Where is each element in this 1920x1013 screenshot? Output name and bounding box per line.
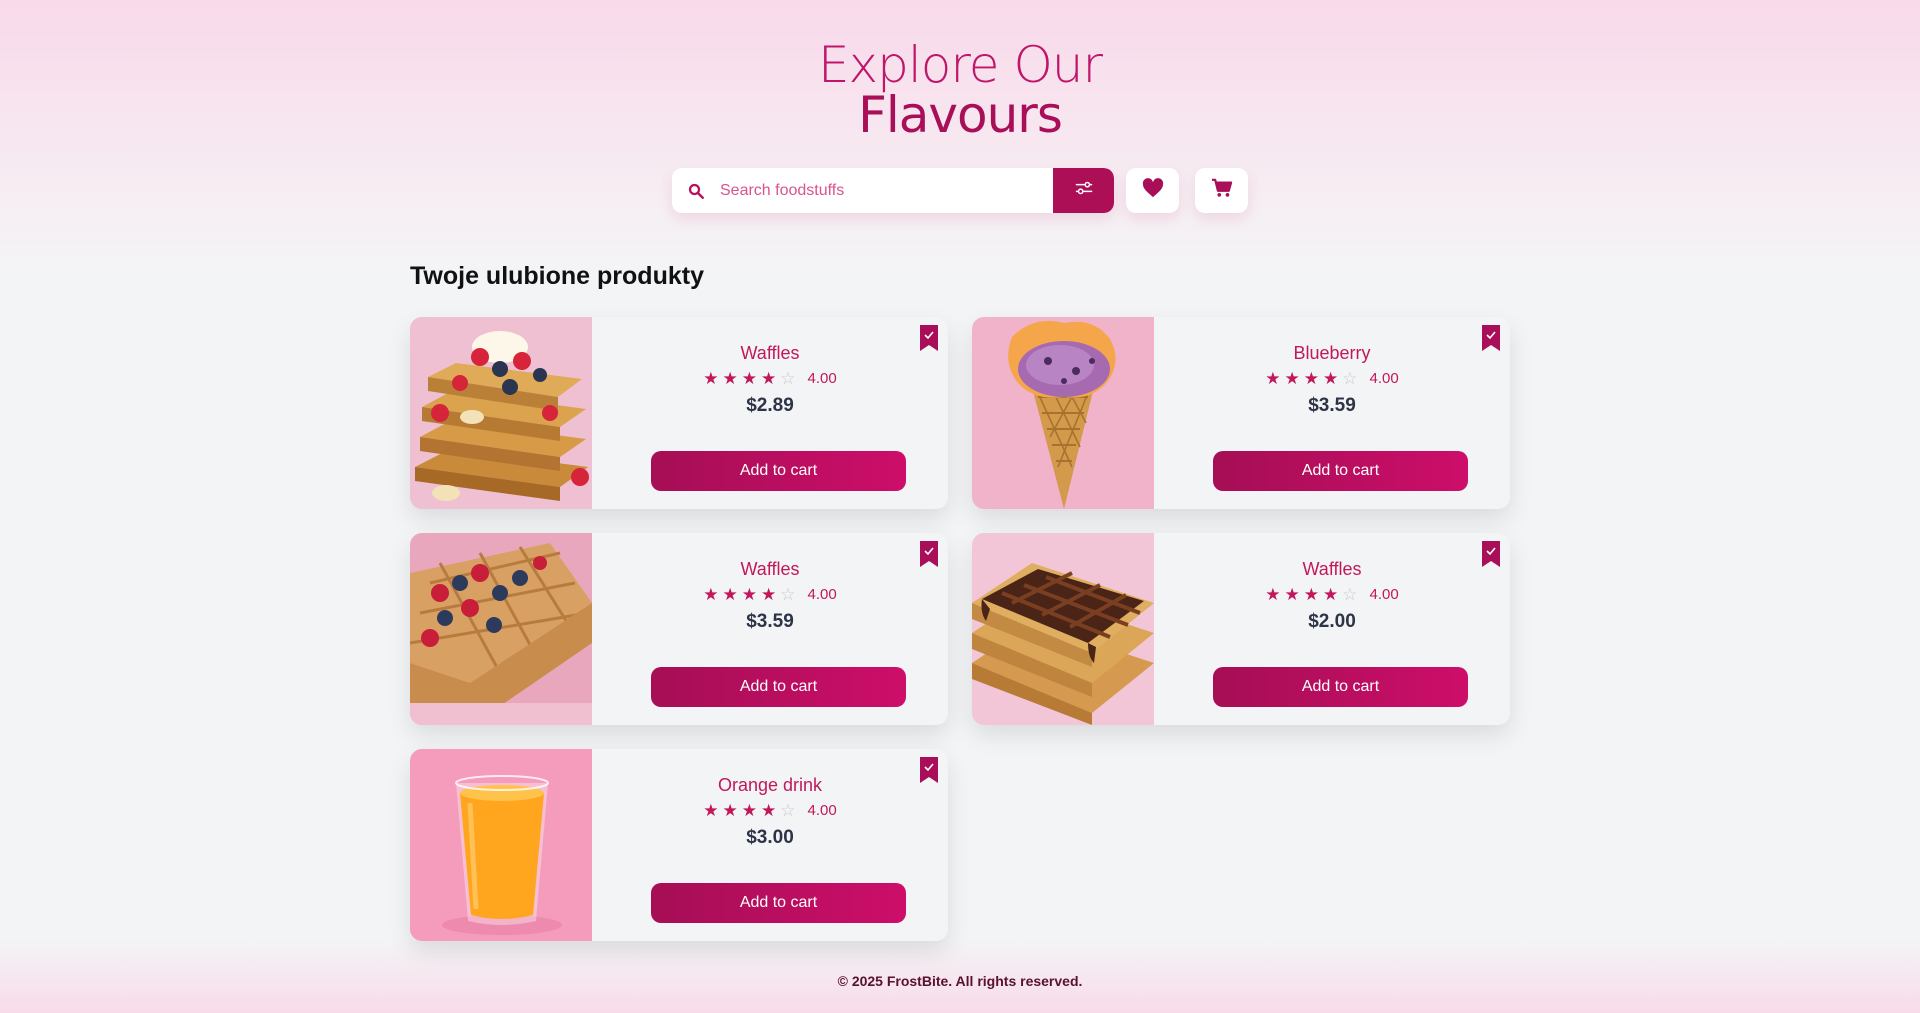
product-rating: ★ ★ ★ ★ ☆ 4.00 <box>592 802 948 819</box>
add-to-cart-button[interactable]: Add to cart <box>1213 451 1468 491</box>
search-input[interactable] <box>720 168 1053 213</box>
star-outline-icon: ☆ <box>780 801 796 820</box>
star-outline-icon: ☆ <box>780 369 796 388</box>
product-rating: ★ ★ ★ ★ ☆ 4.00 <box>592 370 948 387</box>
star-icon: ★ <box>1284 585 1300 604</box>
bookmark-check-icon[interactable] <box>920 757 938 783</box>
star-icon: ★ <box>1265 585 1281 604</box>
star-outline-icon: ☆ <box>1342 585 1358 604</box>
product-card: Waffles ★ ★ ★ ★ ☆ 4.00 $2.00 Add to cart <box>972 533 1510 725</box>
star-icon: ★ <box>1284 369 1300 388</box>
add-to-cart-button[interactable]: Add to cart <box>1213 667 1468 707</box>
product-info: Blueberry ★ ★ ★ ★ ☆ 4.00 $3.59 Add to ca… <box>1154 317 1510 509</box>
product-card: Orange drink ★ ★ ★ ★ ☆ 4.00 $3.00 Add to… <box>410 749 948 941</box>
star-icon: ★ <box>722 369 738 388</box>
bookmark-check-icon[interactable] <box>920 541 938 567</box>
product-price: $3.00 <box>746 827 794 848</box>
sliders-icon <box>1074 178 1094 203</box>
product-info: Waffles ★ ★ ★ ★ ☆ 4.00 $2.89 Add to cart <box>592 317 948 509</box>
rating-value: 4.00 <box>1369 370 1399 387</box>
product-name: Orange drink <box>717 775 823 795</box>
rating-value: 4.00 <box>807 370 837 387</box>
star-icon: ★ <box>761 369 777 388</box>
star-icon: ★ <box>1323 585 1339 604</box>
cart-button[interactable] <box>1195 168 1248 213</box>
product-image-blueberry-cone <box>972 317 1154 509</box>
star-icon: ★ <box>761 801 777 820</box>
star-icon: ★ <box>1303 369 1320 388</box>
product-card: Waffles ★ ★ ★ ★ ☆ 4.00 $3.59 Add to cart <box>410 533 948 725</box>
bookmark-check-icon[interactable] <box>1482 541 1500 567</box>
search-icon <box>672 182 720 200</box>
heart-icon <box>1142 178 1164 203</box>
product-image-waffles-powdered <box>410 533 592 725</box>
product-image-orange-drink <box>410 749 592 941</box>
star-icon: ★ <box>1265 369 1281 388</box>
footer-copyright: © 2025 FrostBite. All rights reserved. <box>837 973 1083 989</box>
product-image-waffles-berries <box>410 317 592 509</box>
rating-value: 4.00 <box>807 586 837 603</box>
star-icon: ★ <box>741 801 758 820</box>
cart-icon <box>1211 178 1233 203</box>
product-price: $2.00 <box>1308 611 1356 632</box>
star-icon: ★ <box>741 369 758 388</box>
product-price: $3.59 <box>1308 395 1356 416</box>
add-to-cart-button[interactable]: Add to cart <box>651 667 906 707</box>
filter-button[interactable] <box>1053 168 1114 213</box>
rating-value: 4.00 <box>1369 586 1399 603</box>
product-card: Blueberry ★ ★ ★ ★ ☆ 4.00 $3.59 Add to ca… <box>972 317 1510 509</box>
product-info: Waffles ★ ★ ★ ★ ☆ 4.00 $3.59 Add to cart <box>592 533 948 725</box>
bookmark-check-icon[interactable] <box>1482 325 1500 351</box>
star-icon: ★ <box>703 369 719 388</box>
star-icon: ★ <box>761 585 777 604</box>
add-to-cart-button[interactable]: Add to cart <box>651 451 906 491</box>
favorites-button[interactable] <box>1126 168 1179 213</box>
rating-value: 4.00 <box>807 802 837 819</box>
star-outline-icon: ☆ <box>1342 369 1358 388</box>
product-rating: ★ ★ ★ ★ ☆ 4.00 <box>1154 370 1510 387</box>
star-icon: ★ <box>1323 369 1339 388</box>
product-price: $3.59 <box>746 611 794 632</box>
toolbar <box>672 168 1248 213</box>
bookmark-check-icon[interactable] <box>920 325 938 351</box>
star-icon: ★ <box>741 585 758 604</box>
hero-header: Explore Our Flavours <box>0 40 1920 140</box>
product-name: Waffles <box>740 343 800 363</box>
product-rating: ★ ★ ★ ★ ☆ 4.00 <box>592 586 948 603</box>
product-image-waffles-chocolate <box>972 533 1154 725</box>
product-name: Waffles <box>740 559 800 579</box>
star-icon: ★ <box>722 801 738 820</box>
product-name: Blueberry <box>1293 343 1371 363</box>
star-icon: ★ <box>722 585 738 604</box>
product-name: Waffles <box>1302 559 1362 579</box>
product-info: Waffles ★ ★ ★ ★ ☆ 4.00 $2.00 Add to cart <box>1154 533 1510 725</box>
product-price: $2.89 <box>746 395 794 416</box>
search-bar <box>672 168 1114 213</box>
product-rating: ★ ★ ★ ★ ☆ 4.00 <box>1154 586 1510 603</box>
title-line-1: Explore Our <box>817 36 1103 94</box>
product-info: Orange drink ★ ★ ★ ★ ☆ 4.00 $3.00 Add to… <box>592 749 948 941</box>
add-to-cart-button[interactable]: Add to cart <box>651 883 906 923</box>
star-icon: ★ <box>703 801 719 820</box>
title-line-2: Flavours <box>858 86 1063 144</box>
star-outline-icon: ☆ <box>780 585 796 604</box>
section-title: Twoje ulubione produkty <box>410 262 704 290</box>
page-title: Explore Our Flavours <box>0 40 1920 140</box>
product-card: Waffles ★ ★ ★ ★ ☆ 4.00 $2.89 Add to cart <box>410 317 948 509</box>
star-icon: ★ <box>1303 585 1320 604</box>
star-icon: ★ <box>703 585 719 604</box>
